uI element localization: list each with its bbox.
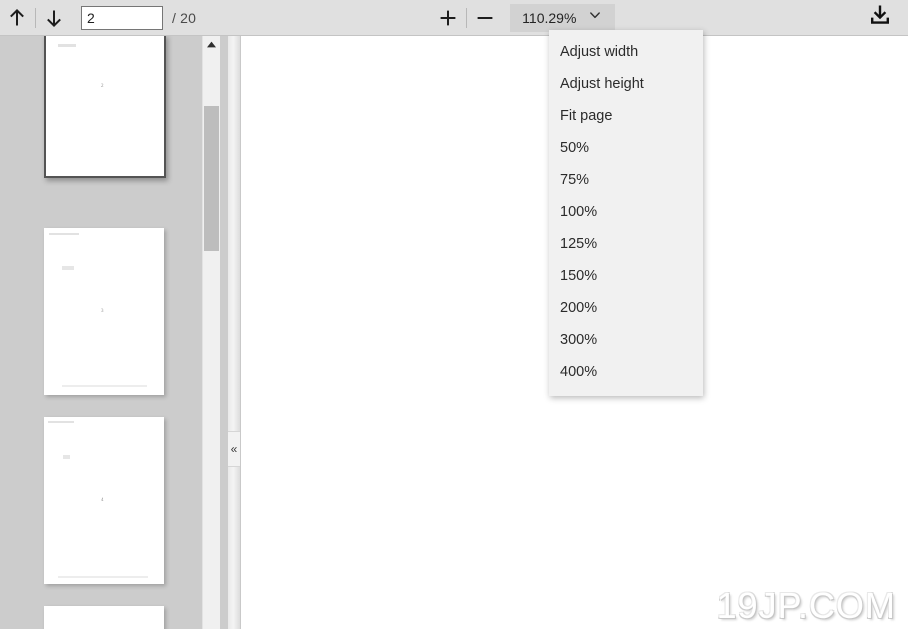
zoom-menu-item-adjust-width[interactable]: Adjust width — [549, 36, 703, 68]
zoom-menu-item-200[interactable]: 200% — [549, 292, 703, 324]
zoom-menu-item-50[interactable]: 50% — [549, 132, 703, 164]
sidebar-splitter[interactable]: « — [228, 36, 241, 629]
sidebar-scrollbar-thumb[interactable] — [204, 106, 219, 251]
page-number-input[interactable] — [81, 5, 163, 30]
zoom-level-value: 110.29% — [522, 9, 577, 26]
toolbar-divider-2 — [466, 7, 468, 28]
thumbnail-page-label: 2 — [101, 84, 104, 89]
page-total-label: / 20 — [172, 9, 197, 26]
thumb-content-mark — [62, 385, 147, 387]
toolbar-divider-1 — [35, 7, 36, 28]
zoom-menu-item-75[interactable]: 75% — [549, 164, 703, 196]
plus-icon — [437, 7, 459, 29]
thumb-content-mark — [62, 266, 74, 270]
thumbnail-strip[interactable]: 2 3 4 5 — [0, 36, 208, 629]
toolbar: / 20 110.29% — [0, 0, 908, 36]
previous-page-button[interactable] — [0, 2, 34, 34]
chevron-down-icon — [588, 8, 602, 27]
zoom-in-button[interactable] — [431, 2, 465, 34]
watermark-text: 19JP.COM — [716, 585, 896, 626]
thumbnail-page-4[interactable]: 4 — [44, 417, 164, 584]
pdf-viewer-app: / 20 110.29% — [0, 0, 908, 629]
thumbnail-page-5[interactable]: 5 — [44, 606, 164, 629]
thumbnail-sidebar: 2 3 4 5 — [0, 36, 232, 629]
thumb-content-mark — [63, 455, 70, 459]
zoom-menu-item-100[interactable]: 100% — [549, 196, 703, 228]
zoom-menu-item-125[interactable]: 125% — [549, 228, 703, 260]
zoom-menu-item-150[interactable]: 150% — [549, 260, 703, 292]
next-page-button[interactable] — [37, 2, 71, 34]
zoom-level-menu[interactable]: Adjust width Adjust height Fit page 50% … — [549, 30, 703, 396]
zoom-menu-item-adjust-height[interactable]: Adjust height — [549, 68, 703, 100]
zoom-menu-item-fit-page[interactable]: Fit page — [549, 100, 703, 132]
thumb-content-mark — [58, 44, 76, 47]
thumbnail-page-3[interactable]: 3 — [44, 228, 164, 395]
thumb-content-mark — [49, 233, 79, 235]
zoom-out-button[interactable] — [468, 2, 502, 34]
sidebar-scroll-up-button[interactable] — [203, 36, 220, 53]
collapse-sidebar-button[interactable]: « — [228, 431, 240, 467]
minus-icon — [474, 7, 496, 29]
arrow-down-icon — [43, 7, 65, 29]
sidebar-scrollbar[interactable] — [202, 36, 220, 629]
download-button[interactable] — [860, 1, 900, 35]
thumbnail-page-2[interactable]: 2 — [44, 36, 166, 178]
thumbnail-page-label: 3 — [101, 309, 104, 314]
thumbnail-page-label: 4 — [101, 498, 104, 503]
arrow-up-icon — [6, 7, 28, 29]
zoom-level-select[interactable]: 110.29% — [510, 3, 616, 32]
thumb-content-mark — [48, 421, 74, 423]
download-icon — [866, 1, 894, 34]
triangle-up-icon — [206, 36, 217, 54]
thumb-content-mark — [58, 576, 148, 578]
zoom-menu-item-300[interactable]: 300% — [549, 324, 703, 356]
zoom-menu-item-400[interactable]: 400% — [549, 356, 703, 388]
